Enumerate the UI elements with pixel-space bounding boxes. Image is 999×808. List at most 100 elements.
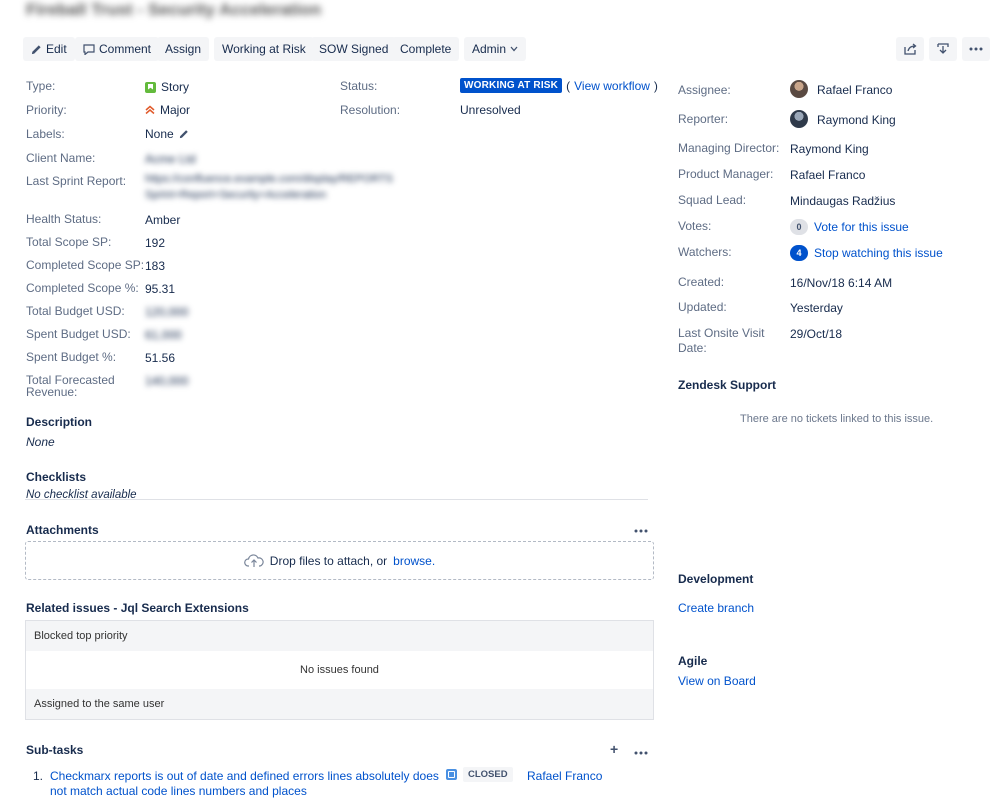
watchers-label: Watchers: (678, 245, 732, 259)
created-label: Created: (678, 275, 725, 289)
working-at-risk-label: Working at Risk (222, 42, 306, 56)
status-value: WORKING AT RISK (View workflow) (460, 78, 658, 93)
working-at-risk-button[interactable]: Working at Risk (214, 37, 314, 61)
chevron-down-icon (510, 46, 518, 52)
squad-lead-value: Mindaugas Radžius (790, 194, 896, 208)
zendesk-empty-text: There are no tickets linked to this issu… (740, 413, 934, 425)
view-workflow-link[interactable]: View workflow (574, 79, 650, 93)
vote-link[interactable]: Vote for this issue (814, 220, 909, 234)
votes-count-badge: 0 (790, 219, 808, 235)
subtasks-more-button[interactable] (634, 744, 648, 758)
pencil-icon (31, 44, 41, 54)
cloud-upload-icon (243, 554, 264, 567)
reporter-value[interactable]: Raymond King (817, 113, 896, 127)
development-heading: Development (678, 572, 754, 586)
assignee-value[interactable]: Rafael Franco (817, 83, 892, 97)
comment-button[interactable]: Comment (75, 37, 160, 61)
completed-pct-value: 95.31 (145, 282, 176, 296)
priority-label: Priority: (26, 103, 67, 117)
edit-button[interactable]: Edit (23, 37, 75, 61)
product-manager-label: Product Manager: (678, 167, 774, 181)
squad-lead-label: Squad Lead: (678, 193, 747, 207)
more-icon (969, 47, 983, 51)
zendesk-heading: Zendesk Support (678, 378, 777, 392)
priority-value: Major (145, 103, 190, 117)
completed-pct-label: Completed Scope %: (26, 281, 139, 295)
updated-label: Updated: (678, 300, 727, 314)
stop-watching-link[interactable]: Stop watching this issue (814, 246, 943, 260)
subtasks-heading: Sub-tasks (26, 743, 84, 757)
subtask-number: 1. (33, 769, 44, 783)
issue-title: Fireball Trust - Security Acceleration (26, 0, 322, 19)
related-issues-heading: Related issues - Jql Search Extensions (26, 601, 249, 615)
edit-label: Edit (46, 42, 67, 56)
spent-budget-label: Spent Budget USD: (26, 327, 131, 341)
no-issues-text: No issues found (300, 664, 379, 676)
client-name-value: Acme Ltd (145, 152, 196, 166)
status-label: Status: (340, 79, 378, 93)
assignee-avatar (790, 80, 808, 98)
type-label: Type: (26, 79, 56, 93)
subtask-type-icon (446, 769, 457, 780)
watchers-value: 4 Stop watching this issue (790, 245, 943, 261)
completed-scope-label: Completed Scope SP: (26, 258, 145, 272)
last-sprint-label: Last Sprint Report: (26, 174, 127, 188)
description-value[interactable]: None (26, 435, 55, 449)
attachment-dropzone[interactable]: Drop files to attach, or browse. (25, 541, 654, 580)
admin-label: Admin (472, 42, 507, 56)
type-text: Story (161, 80, 190, 94)
managing-director-value: Raymond King (790, 142, 869, 156)
export-button[interactable] (929, 37, 957, 61)
add-subtask-button[interactable]: + (610, 741, 618, 757)
assignee-label: Assignee: (678, 83, 731, 97)
status-lozenge: WORKING AT RISK (460, 78, 563, 93)
onsite-value: 29/Oct/18 (790, 327, 843, 341)
comment-icon (83, 43, 95, 55)
subtask-summary-line2[interactable]: not match actual code lines numbers and … (50, 784, 307, 798)
onsite-label-line2: Date: (678, 341, 707, 355)
updated-value: Yesterday (790, 301, 843, 315)
subtask-summary-line1[interactable]: Checkmarx reports is out of date and def… (50, 769, 439, 783)
drop-files-text: Drop files to attach, or (269, 553, 388, 568)
spent-budget-value: 61,000 (145, 328, 182, 342)
managing-director-label: Managing Director: (678, 141, 780, 155)
labels-value[interactable]: None (145, 127, 189, 141)
total-budget-label: Total Budget USD: (26, 304, 125, 318)
agile-heading: Agile (678, 654, 708, 668)
pencil-icon[interactable] (179, 129, 189, 139)
sow-signed-button[interactable]: SOW Signed (311, 37, 397, 61)
watchers-count-badge[interactable]: 4 (790, 245, 808, 261)
export-icon (937, 43, 949, 54)
health-status-value: Amber (145, 213, 181, 227)
related-issues-panel: Blocked top priority No issues found Ass… (25, 620, 654, 720)
comment-label: Comment (99, 42, 152, 56)
priority-major-icon (145, 105, 155, 115)
forecast-label-line2: Revenue: (26, 385, 78, 399)
view-on-board-link[interactable]: View on Board (678, 674, 756, 688)
share-button[interactable] (896, 37, 924, 61)
more-icon (634, 529, 648, 533)
spent-pct-value: 51.56 (145, 351, 176, 365)
sow-signed-label: SOW Signed (319, 42, 389, 56)
admin-dropdown[interactable]: Admin (464, 37, 527, 61)
create-branch-link[interactable]: Create branch (678, 601, 754, 615)
subtask-status-lozenge: CLOSED (463, 767, 513, 782)
resolution-label: Resolution: (340, 103, 401, 117)
type-value: Story (145, 80, 189, 94)
total-scope-label: Total Scope SP: (26, 235, 112, 249)
assign-button[interactable]: Assign (157, 37, 210, 61)
reporter-avatar (790, 110, 808, 128)
more-actions-button[interactable] (962, 37, 990, 61)
spent-pct-label: Spent Budget %: (26, 350, 117, 364)
completed-scope-value: 183 (145, 259, 166, 273)
description-heading: Description (26, 415, 93, 429)
votes-label: Votes: (678, 219, 712, 233)
last-sprint-link-line2[interactable]: Sprint+Report+Security+Acceleration (145, 189, 326, 201)
attachments-heading: Attachments (26, 523, 99, 537)
last-sprint-link-line1[interactable]: https://confluence.example.com/display/R… (145, 173, 393, 185)
labels-label: Labels: (26, 127, 65, 141)
complete-button[interactable]: Complete (392, 37, 460, 61)
browse-link[interactable]: browse. (393, 554, 435, 568)
subtask-assignee[interactable]: Rafael Franco (527, 769, 602, 783)
attachments-more-button[interactable] (634, 522, 648, 536)
